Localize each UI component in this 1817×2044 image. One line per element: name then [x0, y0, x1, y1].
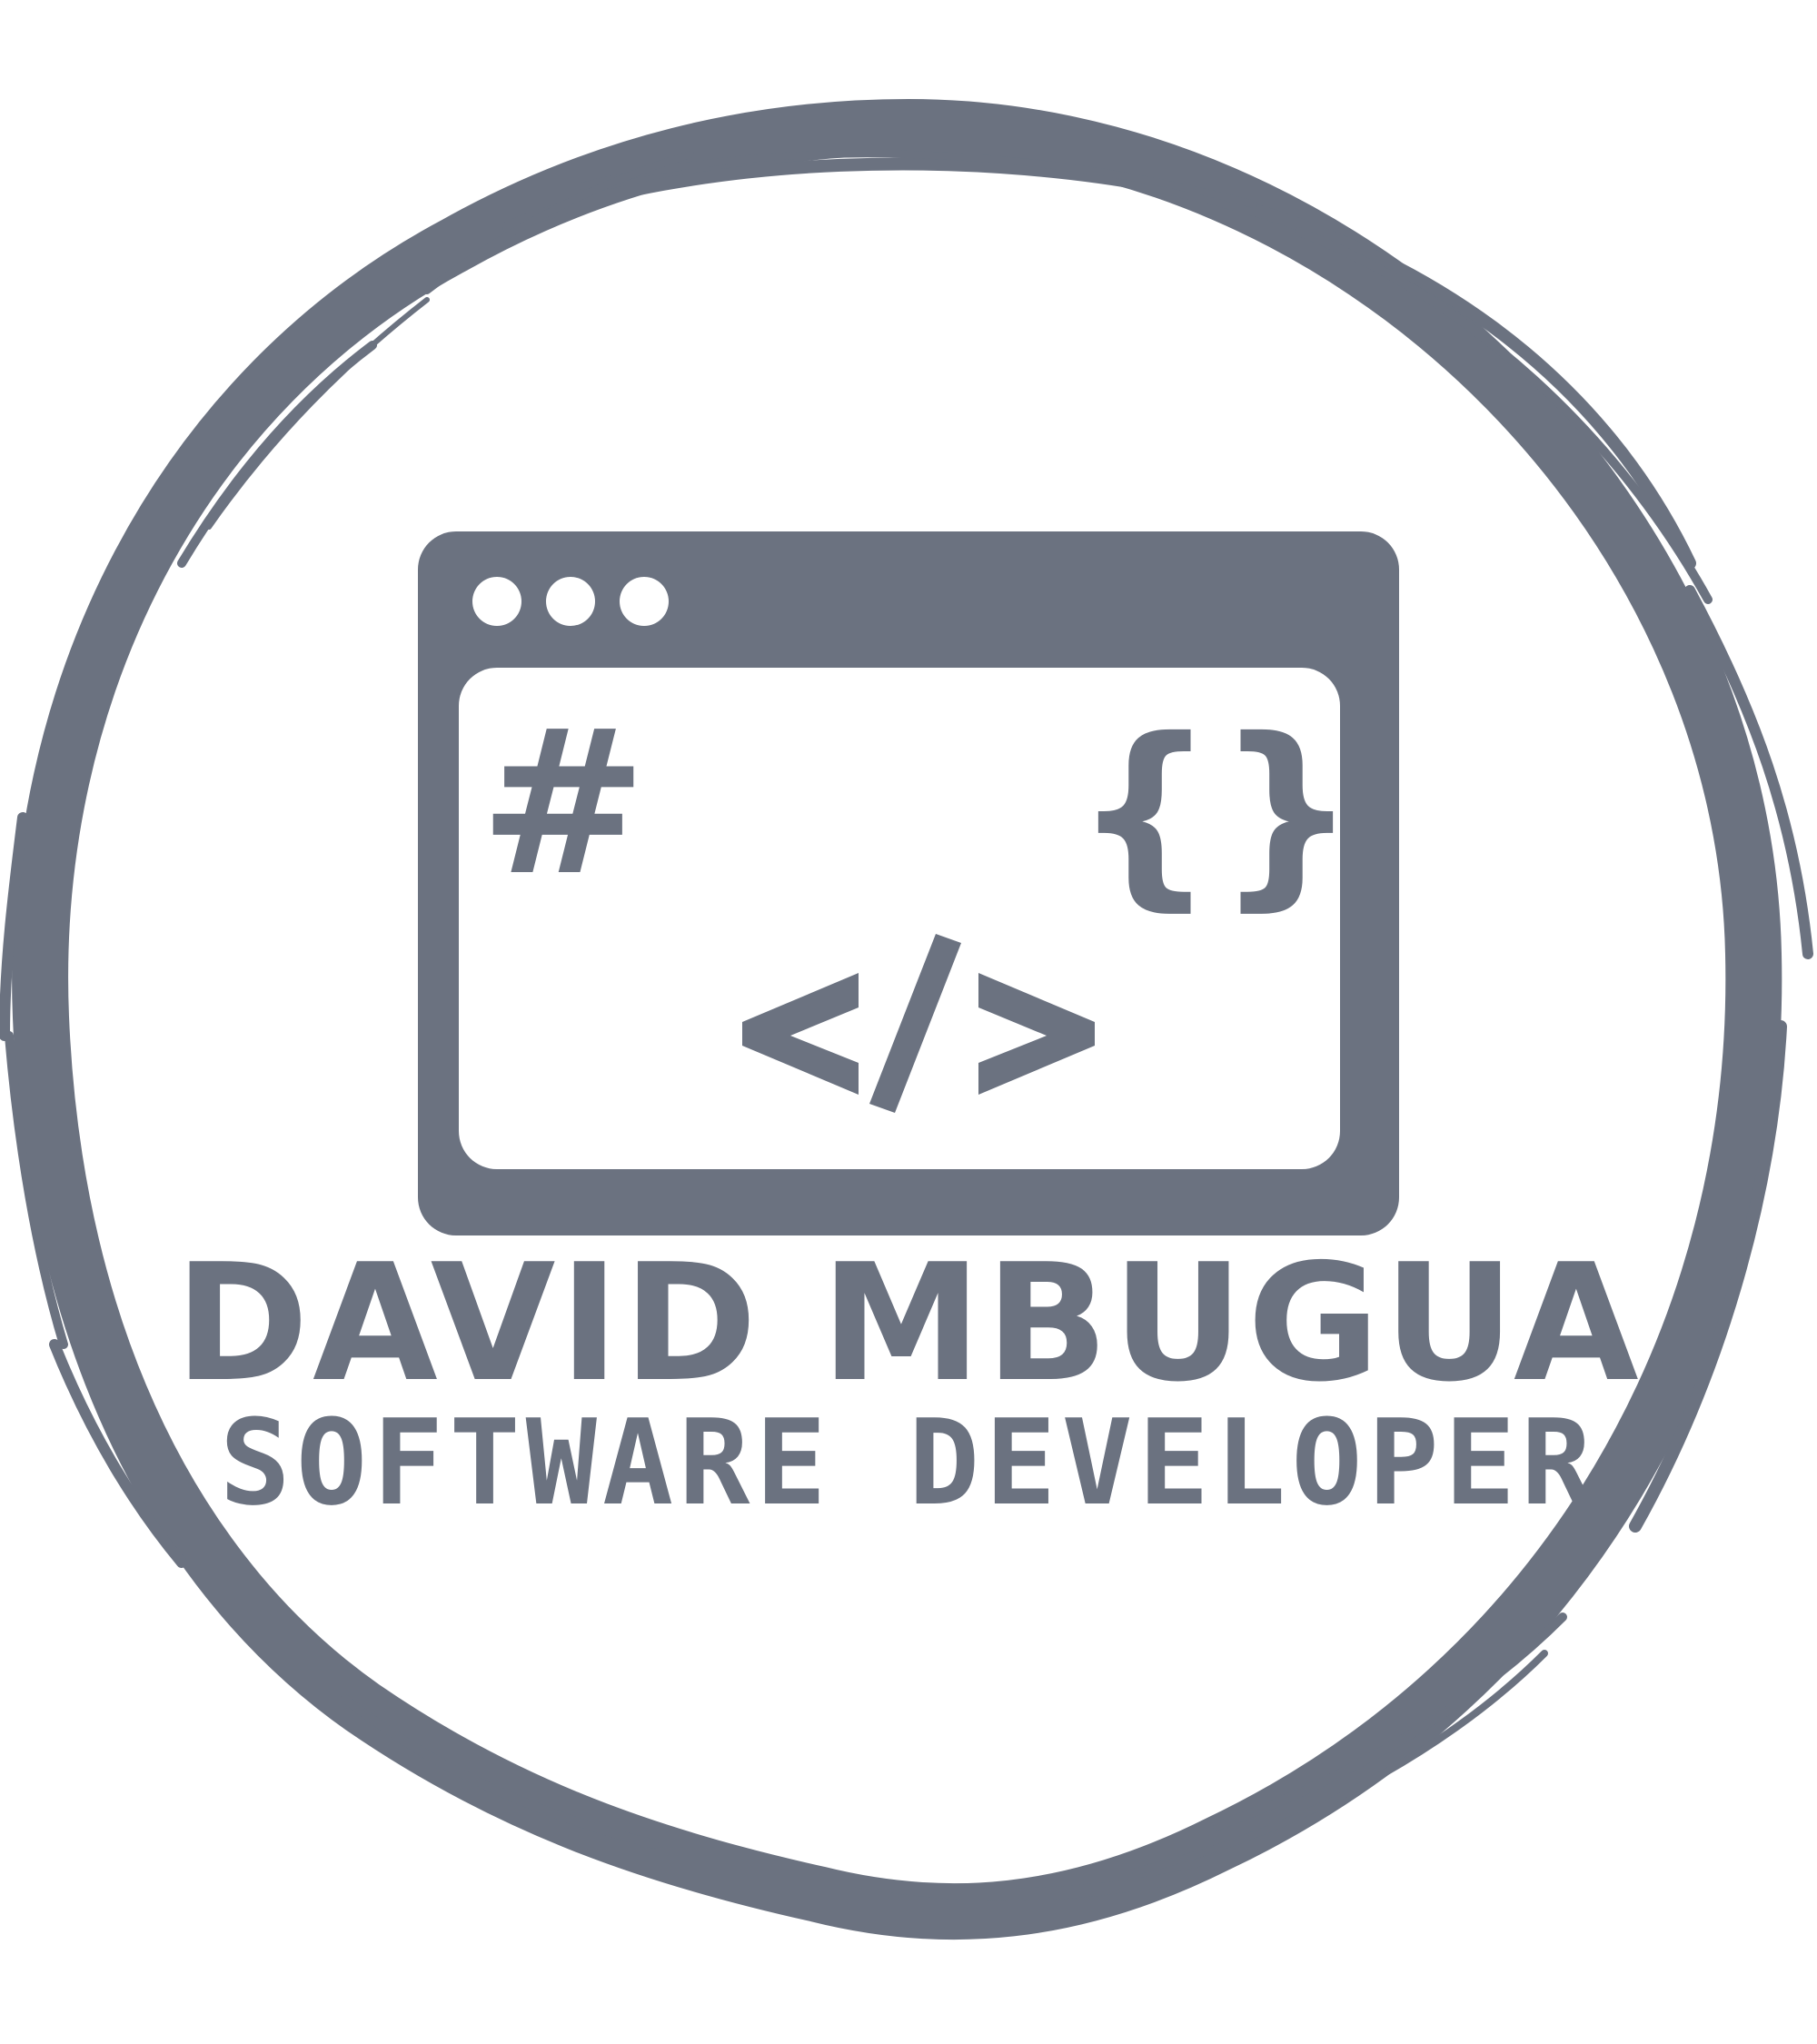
- window-dots-icon: [472, 577, 669, 626]
- logo: # {} DAVID MBUGUA SOFTWARE DEVELOPER: [0, 98, 1813, 1940]
- title-text: SOFTWARE DEVELOPER: [220, 1394, 1598, 1532]
- curly-braces-icon: {}: [1073, 696, 1357, 928]
- hash-icon: #: [480, 687, 647, 919]
- name-text: DAVID MBUGUA: [174, 1229, 1642, 1417]
